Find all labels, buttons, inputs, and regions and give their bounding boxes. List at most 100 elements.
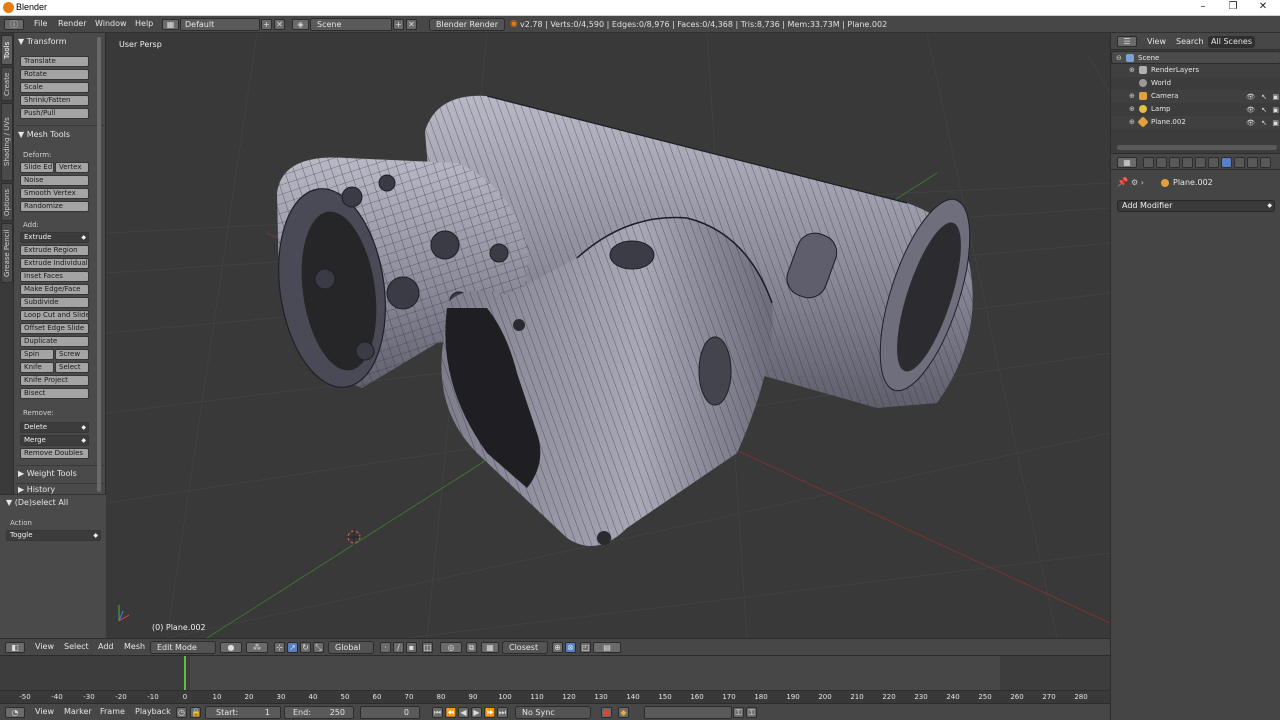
screen-layout-field[interactable]: Default: [180, 18, 260, 31]
maximize-button[interactable]: ❐: [1218, 1, 1248, 15]
translate-button[interactable]: Translate: [20, 56, 89, 67]
outliner-item-lamp[interactable]: ⊕ Lamp 👁 ↖ ▣: [1111, 103, 1280, 116]
snap-element-icon[interactable]: ▦: [481, 642, 499, 653]
extrude-dropdown[interactable]: Extrude ◆: [20, 232, 89, 243]
3d-viewport[interactable]: User Persp (0) Plane.002: [107, 33, 1110, 638]
preview-range-icon[interactable]: ◷: [176, 707, 187, 718]
render-layers-tab-icon[interactable]: [1156, 157, 1167, 168]
editor-type-timeline-icon[interactable]: ◔: [5, 707, 25, 718]
rotate-button[interactable]: Rotate: [20, 69, 89, 80]
close-button[interactable]: ✕: [1248, 1, 1278, 15]
start-frame-field[interactable]: Start: 1: [205, 706, 281, 719]
editor-type-properties-icon[interactable]: ▦: [1117, 157, 1137, 168]
tab-create[interactable]: Create: [1, 67, 13, 101]
tab-tools[interactable]: Tools: [1, 35, 13, 65]
outliner-view-menu[interactable]: View: [1144, 36, 1169, 48]
delete-scene-button[interactable]: ✕: [406, 19, 417, 30]
translate-manipulator-icon[interactable]: ↗: [287, 642, 298, 653]
knife-project-button[interactable]: Knife Project: [20, 375, 89, 386]
shrink-fatten-button[interactable]: Shrink/Fatten: [20, 95, 89, 106]
menu-window[interactable]: Window: [95, 19, 127, 28]
keying-set-field[interactable]: [644, 706, 732, 719]
face-select-icon[interactable]: ▪: [406, 642, 417, 653]
render-animation-icon[interactable]: ▤: [593, 642, 621, 653]
duplicate-button[interactable]: Duplicate: [20, 336, 89, 347]
outliner-item-world[interactable]: World: [1111, 77, 1280, 90]
knife-button[interactable]: Knife: [20, 362, 54, 373]
record-icon[interactable]: ●: [601, 707, 612, 718]
menu-select[interactable]: Select: [64, 642, 89, 651]
modifiers-wrench-icon[interactable]: [1221, 157, 1232, 168]
menu-add[interactable]: Add: [98, 642, 114, 651]
edge-select-icon[interactable]: /: [393, 642, 404, 653]
pivot-point-icon[interactable]: ⁂: [246, 642, 268, 653]
end-frame-field[interactable]: End: 250: [284, 706, 354, 719]
timeline-menu-marker[interactable]: Marker: [64, 707, 92, 716]
outliner-item-scene[interactable]: ⊖ Scene: [1111, 51, 1280, 64]
tab-options[interactable]: Options: [1, 183, 13, 221]
expand-icon[interactable]: ⊕: [1129, 103, 1135, 116]
next-keyframe-icon[interactable]: ⏩: [484, 707, 495, 718]
texture-tab-icon[interactable]: [1260, 157, 1271, 168]
mode-select[interactable]: Edit Mode: [150, 641, 216, 654]
tab-grease-pencil[interactable]: Grease Pencil: [1, 223, 13, 283]
editor-type-3d-icon[interactable]: ◧: [5, 642, 25, 653]
outliner-search-menu[interactable]: Search: [1173, 36, 1206, 48]
pin-icon[interactable]: 📌: [1117, 178, 1128, 188]
operator-panel-header[interactable]: ▼ (De)select All: [6, 498, 68, 507]
tool-shelf-scrollbar[interactable]: [97, 37, 101, 492]
lock-icon[interactable]: 🔒: [190, 707, 201, 718]
bisect-button[interactable]: Bisect: [20, 388, 89, 399]
add-scene-button[interactable]: +: [393, 19, 404, 30]
shading-solid-icon[interactable]: ●: [220, 642, 242, 653]
outliner-item-renderlayers[interactable]: ⊕ RenderLayers: [1111, 64, 1280, 77]
outliner-item-plane[interactable]: ⊕ Plane.002 👁 ↖ ▣: [1111, 116, 1280, 129]
world-tab-icon[interactable]: [1182, 157, 1193, 168]
outliner-display-select[interactable]: All Scenes: [1208, 36, 1256, 48]
opengl-render-icon[interactable]: ◰: [580, 642, 591, 653]
expand-icon[interactable]: ⊕: [1129, 90, 1135, 103]
extrude-region-button[interactable]: Extrude Region: [20, 245, 89, 256]
extrude-individual-button[interactable]: Extrude Individual: [20, 258, 89, 269]
screw-button[interactable]: Screw: [55, 349, 89, 360]
snap-align-icon[interactable]: ⊕: [552, 642, 563, 653]
render-engine-select[interactable]: Blender Render: [429, 18, 505, 31]
render-camera-icon[interactable]: ▣: [1272, 117, 1279, 130]
mesh-tools-panel-header[interactable]: ▼ Mesh Tools: [18, 130, 70, 139]
make-edge-face-button[interactable]: Make Edge/Face: [20, 284, 89, 295]
keying-icon[interactable]: ◆: [618, 707, 629, 718]
proportional-edit-icon[interactable]: ◎: [440, 642, 462, 653]
transform-orientation-select[interactable]: Global: [328, 641, 374, 654]
select-cursor-icon[interactable]: ↖: [1261, 117, 1267, 130]
tab-shading-uvs[interactable]: Shading / UVs: [1, 103, 13, 181]
noise-button[interactable]: Noise: [20, 175, 89, 186]
play-reverse-icon[interactable]: ◀: [458, 707, 469, 718]
constraints-tab-icon[interactable]: [1208, 157, 1219, 168]
scale-manipulator-icon[interactable]: ⤡: [313, 642, 324, 653]
scene-icon[interactable]: ◈: [292, 19, 309, 30]
timeline-menu-view[interactable]: View: [35, 707, 54, 716]
editor-type-info-icon[interactable]: ⓘ: [4, 19, 24, 30]
snap-toggle-icon[interactable]: ⧉: [466, 642, 477, 653]
delete-keyframe-icon[interactable]: ⚿: [746, 707, 757, 718]
play-icon[interactable]: ▶: [471, 707, 482, 718]
subdivide-button[interactable]: Subdivide: [20, 297, 89, 308]
data-tab-icon[interactable]: [1234, 157, 1245, 168]
knife-select-button[interactable]: Select: [55, 362, 89, 373]
add-modifier-dropdown[interactable]: Add Modifier ◆: [1117, 200, 1275, 212]
render-tab-icon[interactable]: [1143, 157, 1154, 168]
timeline-menu-frame[interactable]: Frame: [100, 707, 125, 716]
timeline-editor[interactable]: -50 -40 -30 -20 -10 0 10 20 30 40 50 60 70 80 90 100 110…: [0, 655, 1110, 703]
material-tab-icon[interactable]: [1247, 157, 1258, 168]
remove-doubles-button[interactable]: Remove Doubles: [20, 448, 89, 459]
outliner-item-camera[interactable]: ⊕ Camera 👁 ↖ ▣: [1111, 90, 1280, 103]
prev-keyframe-icon[interactable]: ⏪: [445, 707, 456, 718]
action-dropdown[interactable]: Toggle ◆: [6, 530, 101, 541]
menu-mesh[interactable]: Mesh: [124, 642, 145, 651]
push-pull-button[interactable]: Push/Pull: [20, 108, 89, 119]
randomize-button[interactable]: Randomize: [20, 201, 89, 212]
delete-dropdown[interactable]: Delete ◆: [20, 422, 89, 433]
history-panel-header[interactable]: ▶ History: [18, 485, 55, 494]
weight-tools-panel-header[interactable]: ▶ Weight Tools: [18, 469, 77, 478]
add-layout-button[interactable]: +: [261, 19, 272, 30]
